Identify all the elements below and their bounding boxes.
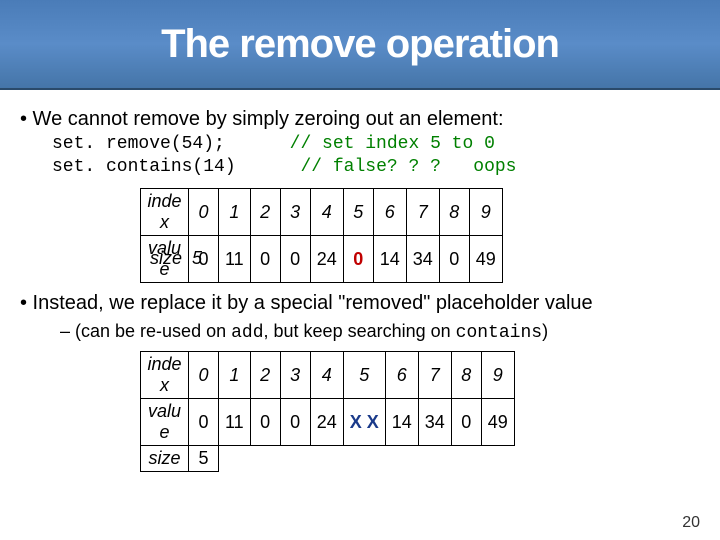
table-1-wrap: inde x 0 1 2 3 4 5 6 7 8 9 valu e 0 11 0… [140, 188, 700, 283]
sub-b: , but keep searching on [264, 321, 456, 341]
label-index-2: inde x [141, 352, 189, 399]
slide-title: The remove operation [161, 22, 559, 67]
t2-i7: 7 [418, 352, 451, 399]
t1-i9: 9 [469, 189, 502, 236]
code-comment-1: // set index 5 to 0 [290, 134, 495, 154]
t2-i8: 8 [451, 352, 481, 399]
size-val-2: 5 [189, 446, 219, 472]
code-comment-2: // false? ? ? oops [300, 157, 516, 177]
t2-i4: 4 [310, 352, 343, 399]
t2-v9: 49 [481, 399, 514, 446]
size-row-1: size 5 [150, 248, 202, 269]
array-table-2: inde x 0 1 2 3 4 5 6 7 8 9 valu e 0 11 0… [140, 351, 515, 472]
t1-i1: 1 [219, 189, 251, 236]
label-size-1: size [150, 248, 182, 268]
mono-add: add [231, 323, 263, 343]
t2-v3: 0 [280, 399, 310, 446]
t1-i6: 6 [373, 189, 406, 236]
t1-v5: 0 [343, 236, 373, 283]
t1-i2: 2 [250, 189, 280, 236]
t2-i9: 9 [481, 352, 514, 399]
t1-i0: 0 [189, 189, 219, 236]
label-size-2: size [141, 446, 189, 472]
code-block: set. remove(54); // set index 5 to 0 set… [52, 133, 700, 178]
t1-i8: 8 [439, 189, 469, 236]
t2-v8: 0 [451, 399, 481, 446]
t1-v6: 14 [373, 236, 406, 283]
t1-i7: 7 [406, 189, 439, 236]
sub-bullet: – (can be re-used on add, but keep searc… [60, 321, 700, 343]
slide-body: • We cannot remove by simply zeroing out… [0, 90, 720, 482]
t1-v3: 0 [280, 236, 310, 283]
size-val-1: 5 [192, 248, 202, 268]
label-value-2: valu e [141, 399, 189, 446]
bullet-2: • Instead, we replace it by a special "r… [20, 292, 593, 315]
t1-i3: 3 [280, 189, 310, 236]
t1-i5: 5 [343, 189, 373, 236]
mono-contains: contains [456, 323, 542, 343]
t1-i4: 4 [310, 189, 343, 236]
label-index-1: inde x [141, 189, 189, 236]
t1-v7: 34 [406, 236, 439, 283]
t2-v4: 24 [310, 399, 343, 446]
t2-v2: 0 [250, 399, 280, 446]
t2-v6: 14 [385, 399, 418, 446]
t2-i2: 2 [250, 352, 280, 399]
sub-c: ) [542, 321, 548, 341]
table-2-wrap: inde x 0 1 2 3 4 5 6 7 8 9 valu e 0 11 0… [140, 351, 700, 472]
t1-v4: 24 [310, 236, 343, 283]
t2-v0: 0 [189, 399, 219, 446]
t2-i0: 0 [189, 352, 219, 399]
t2-v7: 34 [418, 399, 451, 446]
t2-i1: 1 [219, 352, 251, 399]
t2-i6: 6 [385, 352, 418, 399]
t1-v2: 0 [250, 236, 280, 283]
t2-v1: 11 [219, 399, 251, 446]
t2-i5: 5 [343, 352, 385, 399]
t1-v9: 49 [469, 236, 502, 283]
t1-v1: 11 [219, 236, 251, 283]
code-line-2a: set. contains(14) [52, 157, 236, 177]
t2-v5: X X [343, 399, 385, 446]
t2-i3: 3 [280, 352, 310, 399]
sub-a: – (can be re-used on [60, 321, 231, 341]
page-number: 20 [682, 514, 700, 532]
t1-v8: 0 [439, 236, 469, 283]
bullet-1: • We cannot remove by simply zeroing out… [20, 108, 700, 131]
title-bar: The remove operation [0, 0, 720, 90]
code-line-1a: set. remove(54); [52, 134, 225, 154]
